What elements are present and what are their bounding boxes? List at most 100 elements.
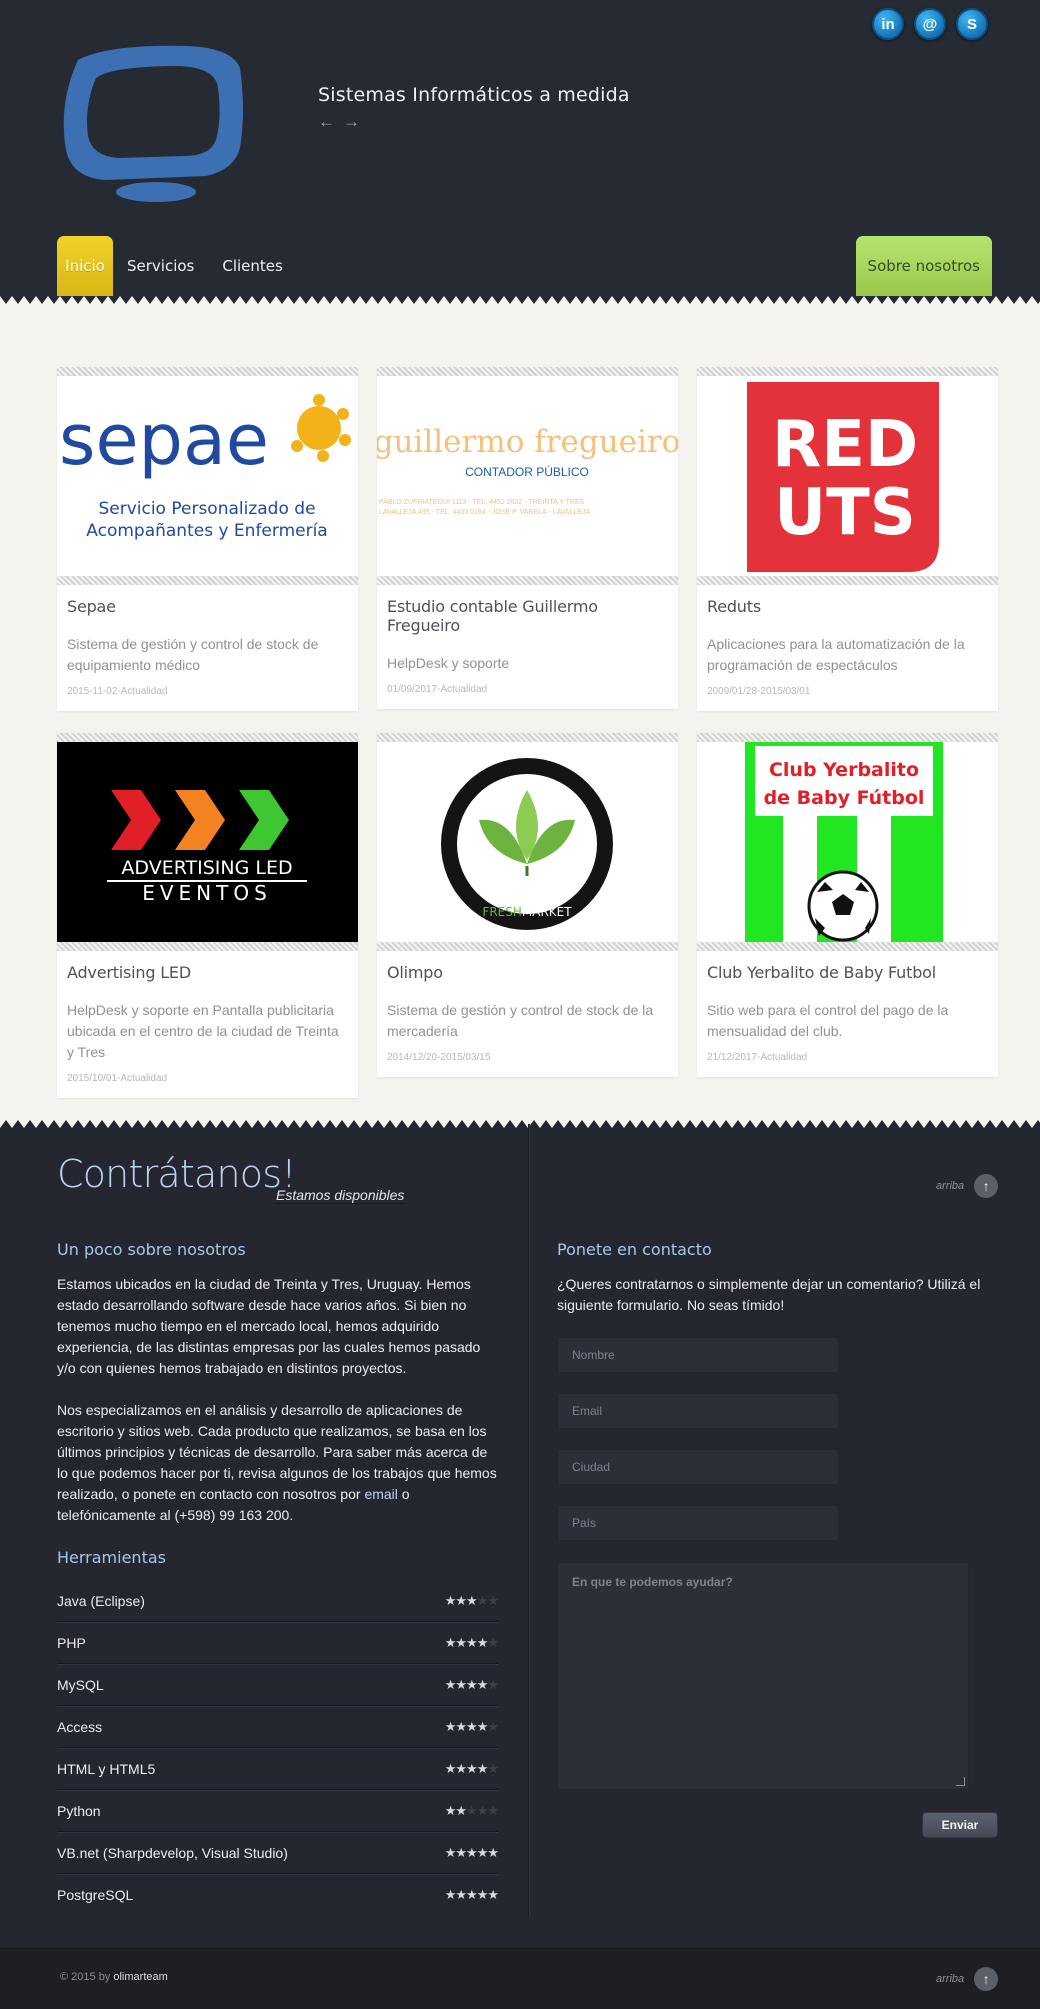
about-paragraph-2-text: Nos especializamos en el análisis y desa… — [57, 1402, 497, 1502]
nav-item-clientes[interactable]: Clientes — [208, 236, 296, 296]
star-icon: ★ — [444, 1887, 457, 1902]
reduts-logo-red: RED — [772, 408, 918, 482]
star-icon: ★ — [487, 1634, 499, 1650]
card-title[interactable]: Advertising LED — [67, 963, 348, 982]
card-date: 21/12/2017-Actualidad — [707, 1052, 808, 1063]
star-icon: ★ — [466, 1802, 478, 1818]
tool-row: MySQL ★★★★★ — [57, 1664, 499, 1706]
star-icon: ★ — [455, 1887, 467, 1902]
monitor-icon[interactable] — [56, 42, 256, 208]
portfolio-card-sepae[interactable]: sepae Servicio Personalizado de Acompaña… — [57, 367, 358, 711]
star-icon: ★ — [455, 1718, 467, 1734]
star-icon: ★ — [466, 1760, 478, 1776]
card-title[interactable]: Reduts — [707, 597, 988, 616]
olimpo-logo-text: FRESHMARKET — [482, 905, 572, 919]
card-title[interactable]: Estudio contable Guillermo Fregueiro — [387, 597, 668, 635]
fregueiro-wordmark: guillermo fregueiro — [377, 424, 678, 460]
linkedin-icon[interactable]: in — [872, 8, 904, 40]
arrow-right-icon[interactable]: → — [343, 113, 360, 130]
fregueiro-logo-address2: LAVALLEJA 495 - TEL. 4433 0164 - JOSÉ P.… — [379, 507, 590, 516]
tool-name: MySQL — [57, 1676, 104, 1693]
tool-name: PHP — [57, 1634, 86, 1651]
city-field[interactable]: Ciudad — [557, 1449, 839, 1485]
nav-right: Sobre nosotros — [855, 236, 992, 296]
star-icon: ★ — [455, 1592, 467, 1608]
tool-name: Python — [57, 1802, 101, 1819]
sepae-wordmark: sepae — [59, 399, 269, 481]
star-icon: ★ — [455, 1676, 467, 1692]
star-icon: ★ — [466, 1718, 478, 1734]
portfolio-card-advertising-led[interactable]: ADVERTISING LED EVENTOS Advertising LED … — [57, 733, 358, 1098]
advertising-logo-line1: ADVERTISING LED — [121, 857, 292, 879]
yerbalito-logo-line1: Club Yerbalito — [769, 759, 919, 781]
send-button[interactable]: Enviar — [922, 1812, 998, 1838]
arrow-up-icon[interactable]: ↑ — [974, 1967, 999, 1991]
card-title[interactable]: Club Yerbalito de Baby Futbol — [707, 963, 988, 982]
star-icon: ★ — [444, 1844, 457, 1860]
nav-item-sobre-nosotros[interactable]: Sobre nosotros — [855, 236, 992, 296]
country-field[interactable]: País — [557, 1505, 839, 1541]
card-stripe — [57, 733, 358, 742]
author-link[interactable]: olimarteam — [113, 1971, 167, 1983]
card-stripe — [697, 733, 998, 742]
contact-form-intro: ¿Queres contratarnos o simplemente dejar… — [557, 1276, 981, 1313]
about-heading: Un poco sobre nosotros — [57, 1240, 246, 1259]
card-title[interactable]: Olimpo — [387, 963, 668, 982]
portfolio-card-yerbalito[interactable]: Club Yerbalito de Baby Fútbol Club Yerba… — [697, 733, 998, 1077]
at-icon[interactable]: @ — [914, 8, 946, 40]
yerbalito-logo: Club Yerbalito de Baby Fútbol — [697, 742, 998, 942]
resize-grip-icon[interactable] — [956, 1777, 965, 1786]
nav-item-servicios[interactable]: Servicios — [113, 236, 208, 296]
portfolio-card-fregueiro[interactable]: guillermo fregueiro CONTADOR PÚBLICO PAB… — [377, 367, 678, 709]
star-icon: ★ — [455, 1844, 467, 1860]
zigzag-top-divider — [0, 296, 1040, 306]
star-icon: ★ — [455, 1760, 467, 1776]
star-icon: ★ — [466, 1844, 478, 1860]
star-icon: ★ — [466, 1887, 478, 1902]
star-icon: ★ — [487, 1844, 499, 1860]
star-icon: ★ — [466, 1676, 478, 1692]
email-field[interactable]: Email — [557, 1393, 839, 1429]
card-date: 2015/10/01-Actualidad — [67, 1073, 168, 1084]
star-icon: ★ — [487, 1802, 499, 1818]
portfolio-card-olimpo[interactable]: FRESHMARKET Olimpo Sistema de gestión y … — [377, 733, 678, 1077]
tool-row: PHP ★★★★★ — [57, 1622, 499, 1664]
arrow-up-icon[interactable]: ↑ — [974, 1174, 999, 1198]
contact-subheading: Estamos disponibles — [276, 1187, 405, 1204]
copyright: © 2015 by olimarteam — [60, 1971, 168, 1983]
card-description: HelpDesk y soporte — [387, 655, 510, 671]
star-icon: ★ — [466, 1634, 478, 1650]
star-icon: ★ — [476, 1634, 489, 1650]
star-icon: ★ — [444, 1802, 457, 1818]
tools-heading: Herramientas — [57, 1548, 166, 1567]
card-title[interactable]: Sepae — [67, 597, 348, 616]
portfolio-card-reduts[interactable]: RED UTS Reduts Aplicaciones para la auto… — [697, 367, 998, 711]
tool-name: VB.net (Sharpdevelop, Visual Studio) — [57, 1844, 288, 1861]
contact-heading: Contrátanos! — [57, 1152, 296, 1196]
email-link[interactable]: email — [364, 1486, 397, 1502]
card-date: 2015-11-02-Actualidad — [67, 686, 168, 697]
card-date: 01/09/2017-Actualidad — [387, 684, 488, 695]
star-icon: ★ — [476, 1760, 489, 1776]
back-to-top[interactable]: arriba ↑ — [936, 1174, 999, 1198]
card-stripe — [57, 942, 358, 951]
reduts-logo: RED UTS — [697, 376, 998, 576]
star-icon: ★ — [444, 1760, 457, 1776]
skype-icon[interactable]: S — [956, 8, 988, 40]
nav-item-inicio[interactable]: Inicio — [57, 236, 113, 296]
fregueiro-logo: guillermo fregueiro CONTADOR PÚBLICO PAB… — [377, 376, 678, 576]
name-field[interactable]: Nombre — [557, 1337, 839, 1373]
arrow-left-icon[interactable]: ← — [318, 113, 335, 130]
sepae-logo-line1: Servicio Personalizado de — [98, 499, 315, 519]
star-icon: ★ — [476, 1844, 489, 1860]
card-description: Sistema de gestión y control de stock de… — [67, 636, 319, 673]
olimpo-logo: FRESHMARKET — [377, 742, 678, 942]
star-icon: ★ — [476, 1802, 489, 1818]
message-textarea[interactable]: En que te podemos ayudar? — [557, 1562, 969, 1790]
star-rating: ★★★★★ — [445, 1676, 499, 1693]
tool-row: HTML y HTML5 ★★★★★ — [57, 1748, 499, 1790]
star-rating: ★★★★★ — [444, 1760, 499, 1777]
star-icon: ★ — [487, 1676, 499, 1692]
footer-back-to-top[interactable]: arriba ↑ — [936, 1967, 999, 1991]
star-icon: ★ — [476, 1592, 489, 1608]
